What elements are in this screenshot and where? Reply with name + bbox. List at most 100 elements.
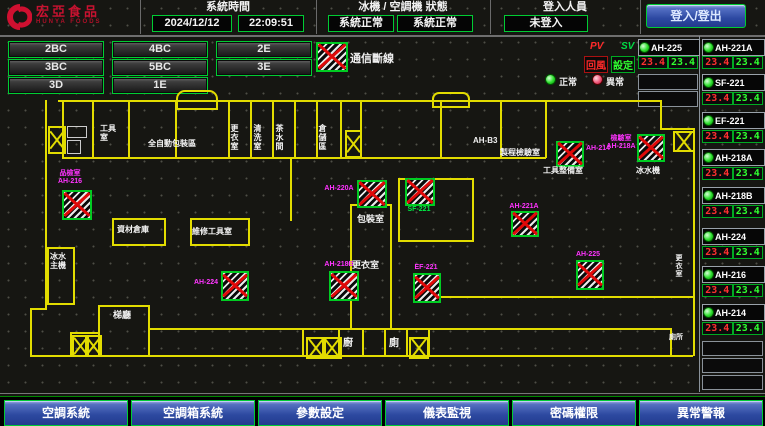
wall-segment [415, 296, 693, 298]
unit-values-ah-218b: 23.4 23.4 [702, 205, 763, 218]
unit-name: AH-218A [715, 153, 753, 163]
room-label: 更衣室 [230, 124, 239, 151]
unit-plate-ah-218a[interactable]: AH-218A [702, 149, 765, 166]
wall-segment [290, 158, 292, 221]
wall-segment [70, 332, 100, 334]
room-label: 製程檢驗室 [500, 148, 540, 157]
room-label: 廁 [389, 339, 399, 348]
unit-plate-sf-221[interactable]: SF-221 [702, 74, 765, 91]
ahu-icon-comm-loss[interactable] [357, 180, 387, 208]
room-label: 資材倉庫 [117, 225, 149, 234]
unit-plate-ah-218b[interactable]: AH-218B [702, 187, 765, 204]
wall-segment [98, 305, 150, 307]
footer-button-param-setting[interactable]: 參數設定 [258, 400, 382, 426]
footer-divider [0, 393, 765, 394]
company-logo [5, 3, 32, 36]
machine-status-label: 冰機 / 空調機 狀態 [316, 1, 490, 14]
floor-button-5bc[interactable]: 5BC [112, 59, 208, 76]
unit-led-icon [703, 152, 714, 163]
pv-value: 23.4 [702, 56, 733, 69]
wall-segment [390, 204, 392, 330]
logo-text: 宏亞食品 HUNYA FOODS [36, 5, 102, 25]
ahu-icon-comm-loss[interactable] [511, 211, 539, 237]
floor-button-2bc[interactable]: 2BC [8, 41, 104, 58]
wall-segment [384, 330, 386, 356]
comm-loss-label: 通信斷線 [350, 50, 394, 66]
wall-segment [148, 328, 670, 330]
sv-value: 23.4 [733, 284, 764, 297]
unit-plate-ah-214[interactable]: AH-214 [702, 304, 765, 321]
revolving-door-icon [432, 92, 470, 108]
unit-plate-ef-221[interactable]: EF-221 [702, 112, 765, 129]
pv-value: 23.4 [702, 284, 733, 297]
ahu-icon-comm-loss[interactable] [576, 260, 604, 290]
unit-values-ah-224: 23.4 23.4 [702, 246, 763, 259]
room-label: 廚 [343, 339, 353, 348]
pv-value: 23.4 [702, 167, 733, 180]
unit-plate-ah-216[interactable]: AH-216 [702, 266, 765, 283]
footer-button-password-auth[interactable]: 密碼權限 [512, 400, 636, 426]
fixture [67, 140, 81, 154]
pv-value: 23.4 [702, 246, 733, 259]
wall-segment [128, 101, 130, 158]
room-label: AH-B3 [473, 136, 497, 145]
normal-label: 正常 [559, 75, 577, 88]
unit-plate-ah-221a[interactable]: AH-221A [702, 39, 765, 56]
wall-segment [472, 178, 474, 241]
floor-button-4bc[interactable]: 4BC [112, 41, 208, 58]
unit-led-icon [703, 42, 714, 53]
unit-led-icon [703, 307, 714, 318]
ahu-icon-comm-loss[interactable] [637, 134, 665, 162]
sv-value: 23.4 [733, 322, 764, 335]
floor-button-2e[interactable]: 2E [216, 41, 312, 58]
logo-subtitle: HUNYA FOODS [36, 19, 102, 25]
ahu-icon-comm-loss[interactable] [329, 271, 359, 301]
room-label: 冰水 主機 [50, 252, 68, 270]
sv-value: 23.4 [733, 56, 764, 69]
floor-button-3bc[interactable]: 3BC [8, 59, 104, 76]
pv-value: 23.4 [702, 130, 733, 143]
stair-icon [673, 131, 695, 152]
room-label: 廁所 [669, 333, 683, 342]
unit-plate-ah-225[interactable]: AH-225 [638, 39, 700, 56]
ahu-icon-comm-loss[interactable] [221, 271, 249, 301]
stair-icon [322, 337, 342, 359]
ahu-icon-comm-loss[interactable] [413, 273, 441, 303]
wall-segment [272, 101, 274, 158]
footer-button-alarm[interactable]: 異常警報 [639, 400, 763, 426]
stair-icon [345, 130, 362, 158]
wall-segment [660, 101, 662, 129]
room-label: 梯廳 [113, 311, 131, 320]
unit-led-icon [639, 42, 650, 53]
wall-segment [30, 308, 32, 356]
login-status-value: 未登入 [504, 15, 588, 32]
ahu-icon-comm-loss[interactable] [556, 141, 584, 167]
unit-name: AH-221A [715, 43, 753, 53]
pv-value: 23.4 [638, 56, 668, 69]
unit-plate-ah-224[interactable]: AH-224 [702, 228, 765, 245]
chiller-status-value: 系統正常 [328, 15, 394, 32]
stair-icon [48, 126, 66, 154]
wall-segment [340, 101, 342, 158]
footer-button-meter-monitor[interactable]: 儀表監視 [385, 400, 509, 426]
unit-led-icon [703, 77, 714, 88]
sv-row-label: 設定 [611, 56, 635, 73]
ahu-icon-comm-loss[interactable] [62, 190, 92, 220]
footer-button-hvac-system[interactable]: 空調系統 [4, 400, 128, 426]
room-label: 清洗室 [253, 124, 262, 151]
room-label: 工具整備室 [543, 166, 583, 175]
ahu-icon-comm-loss[interactable] [405, 178, 435, 206]
wall-segment [693, 128, 695, 356]
footer-button-ahu-system[interactable]: 空調箱系統 [131, 400, 255, 426]
unit-values-ah-225: 23.4 23.4 [638, 56, 698, 69]
login-logout-button[interactable]: 登入/登出 [646, 4, 746, 28]
unit-name: AH-218B [715, 191, 753, 201]
unit-led-icon [703, 190, 714, 201]
unit-values-ah-214: 23.4 23.4 [702, 322, 763, 335]
fixture [67, 126, 87, 138]
normal-led-icon [545, 74, 556, 85]
floor-button-3d[interactable]: 3D [8, 77, 104, 94]
plan-unit-label: 品檢室 AH-216 [48, 170, 92, 186]
sv-value: 23.4 [733, 92, 764, 105]
floor-button-3e[interactable]: 3E [216, 59, 312, 76]
